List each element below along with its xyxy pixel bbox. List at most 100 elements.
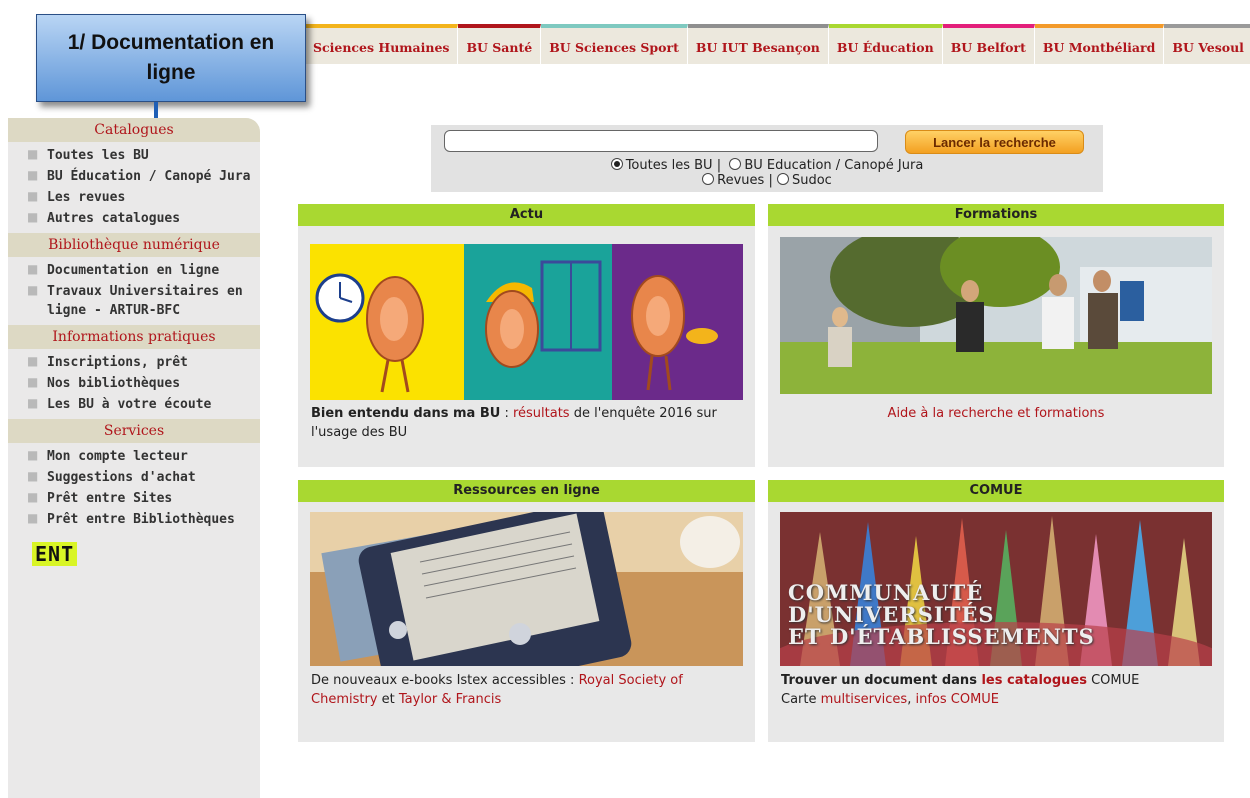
sidebar-item-mon-compte-lecteur[interactable]: ■ Mon compte lecteur (8, 446, 260, 467)
bullet-icon: ■ (27, 147, 39, 161)
sidebar-item-label: Les BU à votre écoute (47, 397, 212, 412)
sidebar-list-bibliotheque: ■ Documentation en ligne ■ Travaux Univers… (8, 257, 260, 325)
bullet-icon: ■ (27, 375, 39, 389)
search-button[interactable]: Lancer la recherche (905, 130, 1084, 154)
taylor-francis-link[interactable]: Taylor & Francis (399, 692, 501, 707)
ent-logo-link[interactable]: ENT (32, 542, 78, 566)
comue-image-text: COMMUNAUTÉ D'UNIVERSITÉS ET D'ÉTABLISSEM… (788, 582, 1095, 648)
callout-text: 1/ Documentation en ligne (67, 31, 275, 84)
bullet-icon: ■ (27, 511, 39, 525)
comue-image[interactable]: COMMUNAUTÉ D'UNIVERSITÉS ET D'ÉTABLISSEM… (780, 512, 1212, 666)
formations-image[interactable] (780, 237, 1212, 394)
bullet-icon: ■ (27, 168, 39, 182)
radio-revues[interactable] (702, 173, 715, 185)
search-input[interactable] (444, 130, 878, 152)
sidebar-item-documentation-en-ligne[interactable]: ■ Documentation en ligne (8, 260, 260, 281)
comue-text-after: COMUE (1086, 673, 1140, 688)
comue-image-line-3: ET D'ÉTABLISSEMENTS (788, 624, 1095, 649)
bullet-icon: ■ (27, 469, 39, 483)
sidebar-item-label: Inscriptions, prêt (47, 355, 188, 370)
formations-link[interactable]: Aide à la recherche et formations (888, 406, 1105, 421)
sidebar-item-nos-bibliotheques[interactable]: ■ Nos bibliothèques (8, 373, 260, 394)
bullet-icon: ■ (27, 283, 39, 297)
sidebar-item-label: Les revues (47, 190, 126, 205)
tab-bu-sant[interactable]: BU Santé (458, 24, 542, 64)
sidebar-item-label: Autres catalogues (47, 211, 181, 226)
formations-text: Aide à la recherche et formations (768, 404, 1224, 423)
comue-heading: COMUE (768, 480, 1224, 502)
sidebar-list-informations: ■ Inscriptions, prêt ■ Nos bibliothèques ■… (8, 349, 260, 419)
actu-heading: Actu (298, 204, 755, 226)
sidebar-item-travaux-universitaires[interactable]: ■ Travaux Universitaires en ligne - ARTUR… (8, 281, 260, 321)
sidebar-item-label: Prêt entre Bibliothèques (47, 512, 235, 527)
multiservices-link[interactable]: multiservices (821, 692, 908, 707)
sidebar: Catalogues ■ Toutes les BU ■ BU Éducation … (8, 118, 260, 798)
actu-bold-text: Bien entendu dans ma BU (311, 406, 501, 421)
ressources-text: De nouveaux e-books Istex accessibles : … (311, 671, 741, 709)
actu-results-link[interactable]: résultats (513, 406, 570, 421)
sidebar-item-bu-education[interactable]: ■ BU Éducation / Canopé Jura (8, 166, 260, 187)
comue-image-line-1: COMMUNAUTÉ (788, 580, 984, 605)
ressources-image[interactable] (310, 512, 743, 666)
tab-bu-ducation[interactable]: BU Éducation (828, 24, 943, 64)
top-nav: Sciences Humaines BU Santé BU Sciences Spo… (305, 24, 1250, 64)
tab-bu-iut-besan-on[interactable]: BU IUT Besançon (687, 24, 829, 64)
sidebar-item-pret-entre-bibliotheques[interactable]: ■ Prêt entre Bibliothèques (8, 509, 260, 530)
comue-box: COMUE COMMUNAUTÉ D'UNIVERSITÉS ET D'ÉTAB… (768, 480, 1224, 742)
sidebar-heading-services: Services (8, 419, 260, 443)
radio-label-revues: Revues | (717, 173, 773, 188)
sidebar-list-catalogues: ■ Toutes les BU ■ BU Éducation / Canopé Ju… (8, 142, 260, 233)
comue-line2-text: Carte (781, 692, 821, 707)
ressources-text-before: De nouveaux e-books Istex accessibles : (311, 673, 579, 688)
sidebar-item-suggestions-achat[interactable]: ■ Suggestions d'achat (8, 467, 260, 488)
bullet-icon: ■ (27, 189, 39, 203)
sidebar-item-label: Toutes les BU (47, 148, 149, 163)
radio-sudoc[interactable] (776, 173, 789, 185)
tab-sciences-humaines[interactable]: Sciences Humaines (305, 24, 459, 64)
radio-bu-education[interactable] (729, 158, 742, 170)
radio-label-toutes-les-bu: Toutes les BU | (625, 158, 722, 173)
sidebar-item-label: Suggestions d'achat (47, 470, 196, 485)
comue-image-line-2: D'UNIVERSITÉS (788, 602, 995, 627)
bullet-icon: ■ (27, 490, 39, 504)
actu-separator: : (500, 406, 513, 421)
tab-bu-vesoul[interactable]: BU Vesoul (1164, 24, 1250, 64)
ebook-reader-illustration (310, 512, 743, 666)
actu-banner-image[interactable] (310, 244, 743, 400)
sidebar-item-label: Travaux Universitaires en ligne - ARTUR-… (47, 284, 243, 318)
sidebar-item-bu-a-votre-ecoute[interactable]: ■ Les BU à votre écoute (8, 394, 260, 415)
tab-bu-belfort[interactable]: BU Belfort (942, 24, 1035, 64)
infos-comue-link[interactable]: infos COMUE (915, 692, 999, 707)
radio-label-bu-education: BU Education / Canopé Jura (744, 158, 924, 173)
ressources-heading: Ressources en ligne (298, 480, 755, 502)
bullet-icon: ■ (27, 210, 39, 224)
radio-toutes-les-bu[interactable] (610, 158, 623, 170)
sidebar-item-label: Documentation en ligne (47, 263, 220, 278)
callout-box: 1/ Documentation en ligne (36, 14, 306, 102)
ear-mascot-illustration (310, 244, 743, 400)
sidebar-item-les-revues[interactable]: ■ Les revues (8, 187, 260, 208)
sidebar-heading-catalogues: Catalogues (8, 118, 260, 142)
ressources-text-mid: et (377, 692, 399, 707)
sidebar-item-toutes-les-bu[interactable]: ■ Toutes les BU (8, 145, 260, 166)
catalogues-link[interactable]: les catalogues (981, 673, 1087, 688)
formations-heading: Formations (768, 204, 1224, 226)
tab-bu-montb-liard[interactable]: BU Montbéliard (1034, 24, 1165, 64)
search-panel: Lancer la recherche Toutes les BU | BU E… (431, 125, 1103, 192)
formations-box: Formations Aide à la recherche et format… (768, 204, 1224, 467)
sidebar-item-inscriptions-pret[interactable]: ■ Inscriptions, prêt (8, 352, 260, 373)
bullet-icon: ■ (27, 262, 39, 276)
sidebar-item-label: Mon compte lecteur (47, 449, 188, 464)
ressources-box: Ressources en ligne De nouveaux e-books … (298, 480, 755, 742)
sidebar-heading-informations-pratiques: Informations pratiques (8, 325, 260, 349)
sidebar-item-label: Prêt entre Sites (47, 491, 173, 506)
tab-bu-sciences-sport[interactable]: BU Sciences Sport (541, 24, 688, 64)
actu-box: Actu Bien entendu dans ma BU : résultats… (298, 204, 755, 467)
sidebar-item-autres-catalogues[interactable]: ■ Autres catalogues (8, 208, 260, 229)
comue-bold-text: Trouver un document dans (781, 673, 982, 688)
sidebar-item-pret-entre-sites[interactable]: ■ Prêt entre Sites (8, 488, 260, 509)
students-photo-illustration (780, 237, 1212, 394)
sidebar-heading-bibliotheque-numerique: Bibliothèque numérique (8, 233, 260, 257)
bullet-icon: ■ (27, 396, 39, 410)
actu-text: Bien entendu dans ma BU : résultats de l… (311, 404, 741, 442)
